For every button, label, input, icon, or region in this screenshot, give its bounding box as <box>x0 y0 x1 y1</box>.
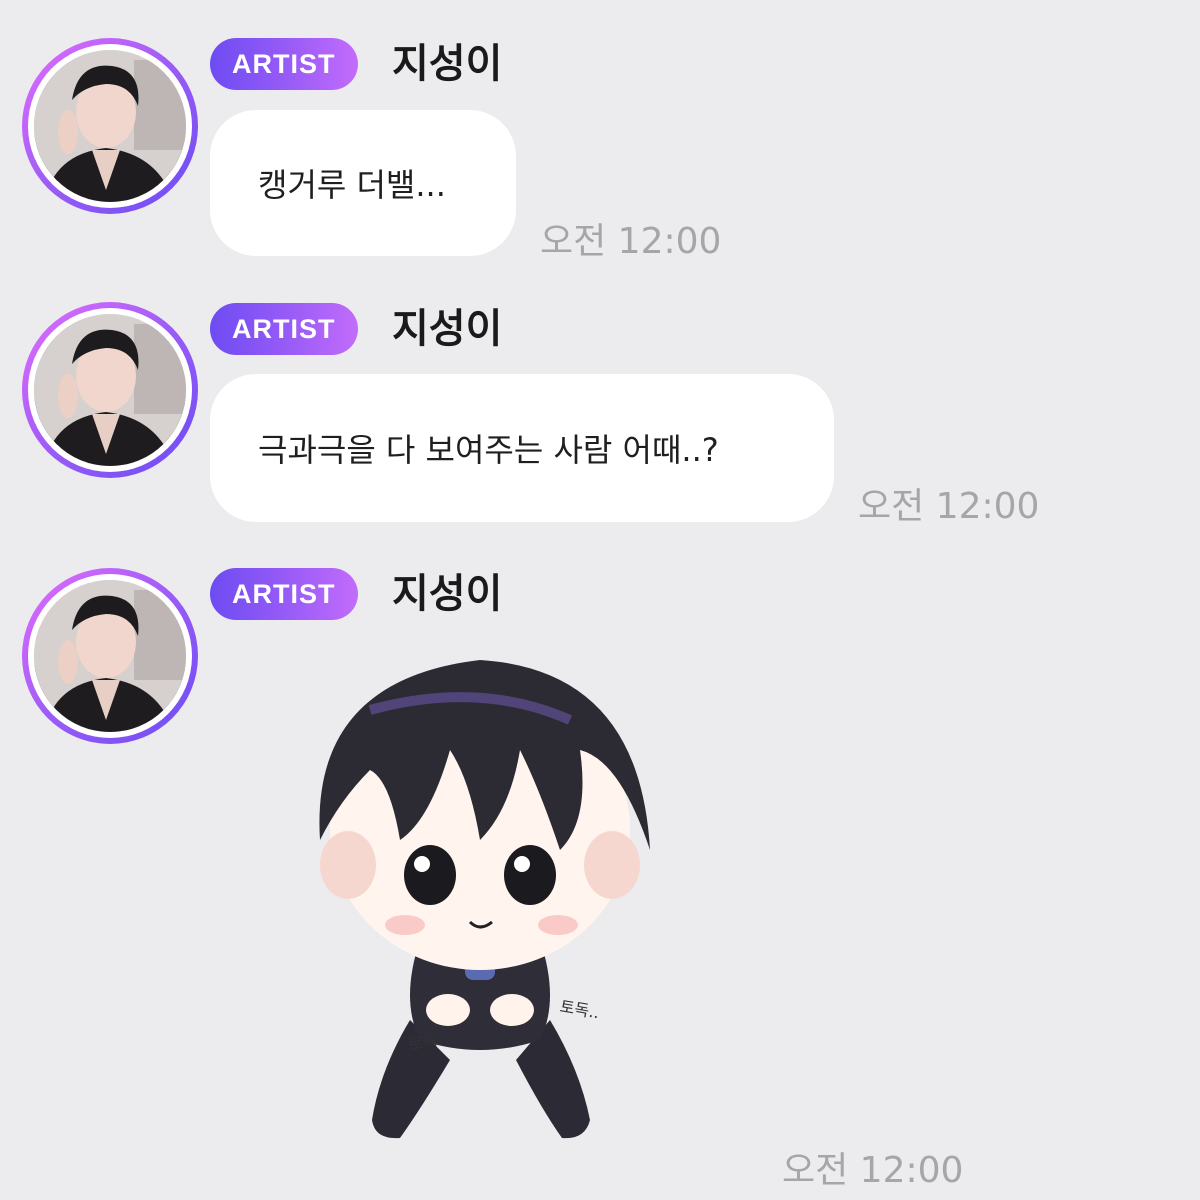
artist-badge: ARTIST <box>210 303 358 355</box>
sender-name: 지성이 <box>392 571 503 617</box>
artist-badge: ARTIST <box>210 38 358 90</box>
message-bubble[interactable]: 극과극을 다 보여주는 사람 어때..? <box>210 374 834 522</box>
message-text: 극과극을 다 보여주는 사람 어때..? <box>258 431 719 469</box>
message-time: 오전 12:00 <box>858 486 1040 527</box>
message-bubble[interactable]: 캥거루 더밸... <box>210 110 516 256</box>
chibi-sticker[interactable]: 토독.. 토독.. <box>280 640 700 1160</box>
message-time: 오전 12:00 <box>540 221 722 262</box>
avatar-photo <box>34 50 186 202</box>
avatar[interactable] <box>22 568 198 744</box>
sender-name: 지성이 <box>392 41 503 87</box>
artist-badge: ARTIST <box>210 568 358 620</box>
message-text: 캥거루 더밸... <box>258 166 446 204</box>
message-time: 오전 12:00 <box>782 1150 964 1191</box>
avatar-photo <box>34 314 186 466</box>
avatar[interactable] <box>22 302 198 478</box>
avatar[interactable] <box>22 38 198 214</box>
avatar-photo <box>34 580 186 732</box>
sender-name: 지성이 <box>392 306 503 352</box>
